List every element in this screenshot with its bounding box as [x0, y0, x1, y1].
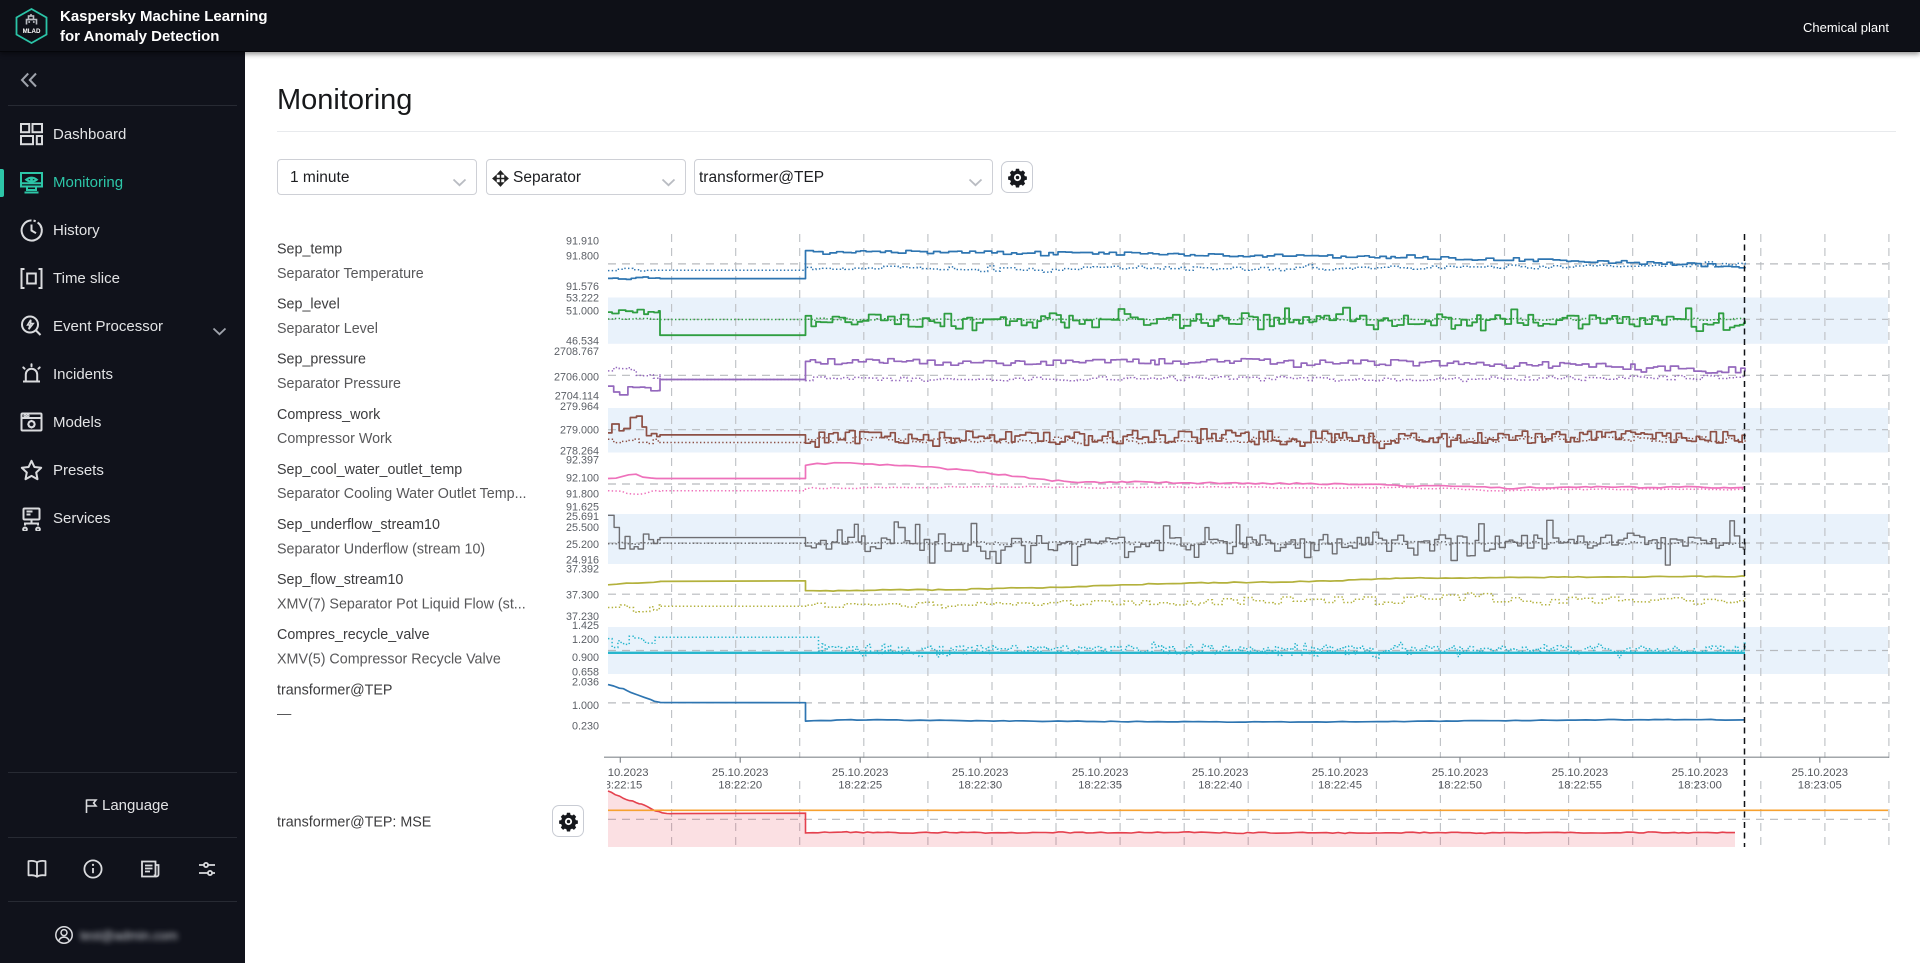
- svg-text:MLAD: MLAD: [23, 28, 41, 35]
